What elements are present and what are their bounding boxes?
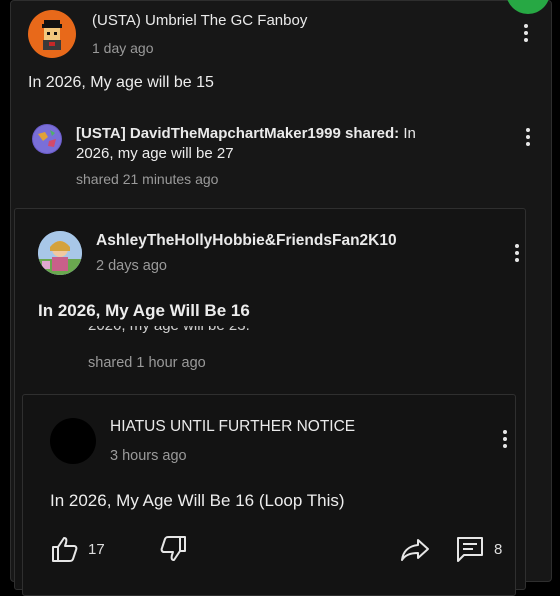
post-timestamp: 1 day ago [92,40,154,56]
comment-count: 8 [494,540,503,558]
share1-text-start: In [399,125,416,142]
post-author-name[interactable]: (USTA) Umbriel The GC Fanboy [92,12,307,29]
share1-author[interactable]: [USTA] DavidTheMapchartMaker1999 [76,125,341,142]
share2-avatar[interactable] [38,231,82,275]
share2-text: In 2026, My Age Will Be 16 [38,301,250,320]
thumbs-down-icon [160,536,186,561]
share1-shared-label: shared: [344,125,400,142]
share2-more-icon[interactable] [513,244,521,266]
post-more-icon[interactable] [522,24,530,46]
share1-header: [USTA] DavidTheMapchartMaker1999 shared:… [76,125,416,142]
comments-action[interactable]: 8 [456,536,502,562]
share1-more-icon[interactable] [524,128,532,150]
share1-timestamp: shared 21 minutes ago [76,171,219,187]
pixel-character-icon [42,20,62,50]
like-count: 17 [88,540,105,558]
like-action[interactable]: 17 [50,536,105,562]
share-action[interactable] [400,538,430,562]
dislike-action[interactable] [160,536,188,562]
doll-character-icon [38,231,82,275]
share2-timestamp: 2 days ago [96,258,167,274]
share2-author[interactable]: AshleyTheHollyHobbie&FriendsFan2K10 [96,232,397,250]
inner-avatar[interactable] [50,418,96,464]
share-arrow-icon [401,539,429,561]
share2-cut-text: 2026, my age will be 23. [88,326,250,338]
inner-timestamp: 3 hours ago [110,448,187,464]
globe-map-icon [33,125,61,153]
share2-shared-time: shared 1 hour ago [88,355,206,371]
thumbs-up-icon [52,537,78,562]
inner-text: In 2026, My Age Will Be 16 (Loop This) [50,491,345,510]
post-text: In 2026, My age will be 15 [28,74,214,91]
comment-icon [457,537,483,562]
post-author-avatar[interactable] [28,10,76,58]
inner-more-icon[interactable] [501,430,509,452]
inner-author[interactable]: HIATUS UNTIL FURTHER NOTICE [110,418,355,436]
share1-text-cont: 2026, my age will be 27 [76,145,234,162]
share1-avatar[interactable] [32,124,62,154]
